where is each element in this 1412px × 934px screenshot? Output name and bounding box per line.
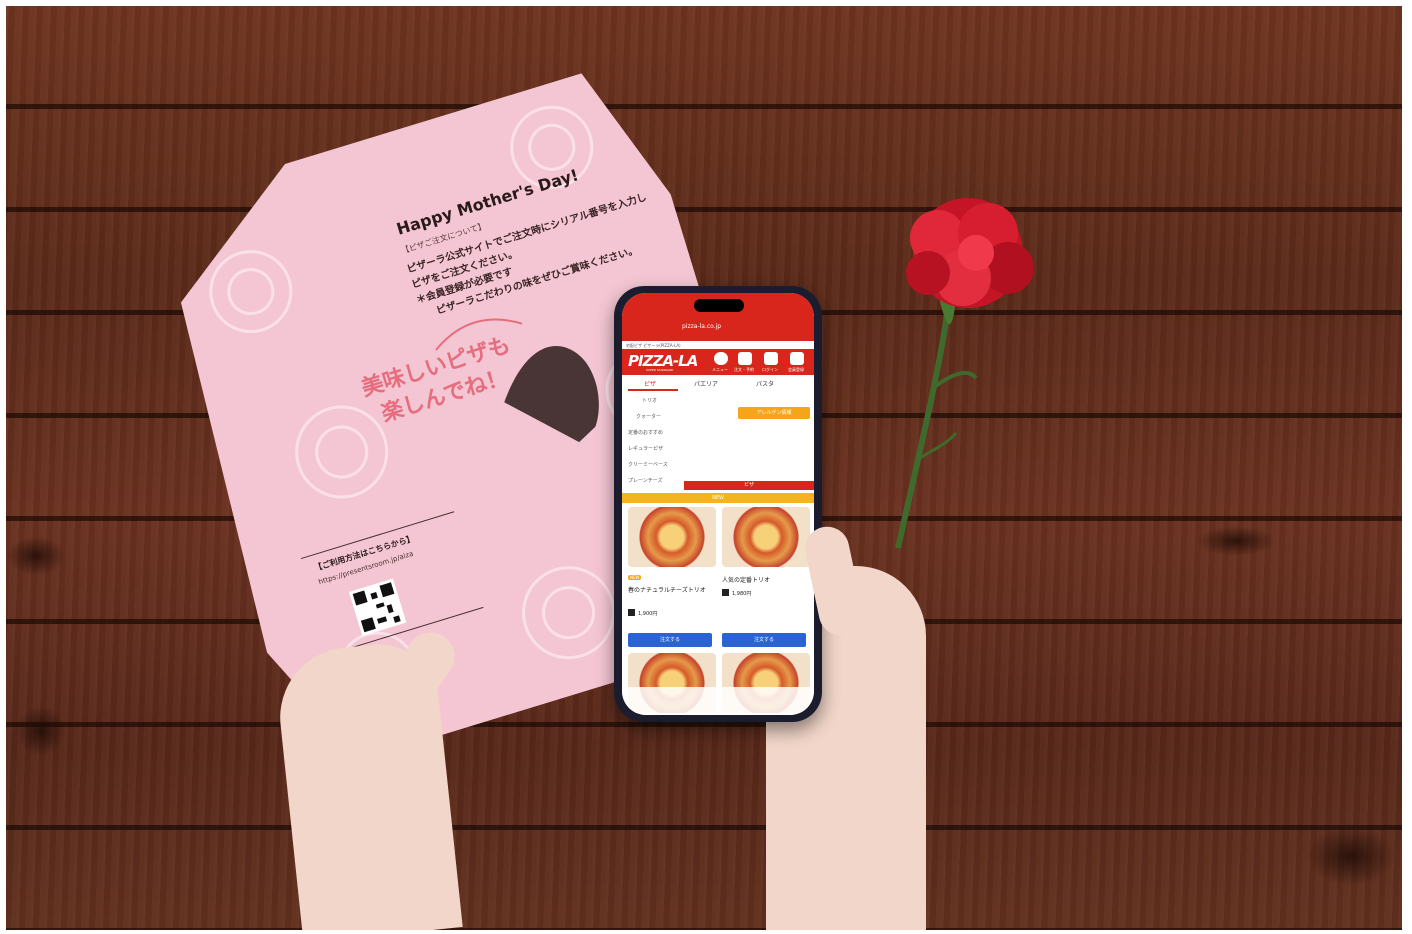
wood-knot [1306, 826, 1396, 886]
new-items-bar: NEW [622, 493, 814, 503]
category-tabs: ピザ パエリア パスタ [622, 377, 814, 391]
wood-knot [16, 706, 66, 756]
carnation-flower [895, 198, 1034, 549]
browser-toolbar [622, 687, 814, 715]
logo-tagline: SUPER STANDARD [646, 368, 674, 372]
address-text[interactable]: pizza-la.co.jp [682, 323, 721, 330]
tab-pizza[interactable]: ピザ [644, 379, 656, 388]
new-badge: NEW [628, 575, 642, 580]
tab-paella[interactable]: パエリア [694, 379, 718, 388]
submenu-item[interactable]: トリオ [642, 397, 657, 404]
p-icon [628, 609, 635, 616]
submenu-item[interactable]: クォーター [636, 413, 661, 420]
phone-screen: pizza-la.co.jp 宅配ピザ ピザーラ(PIZZA-LA) PIZZA… [622, 293, 814, 715]
submenu-item[interactable]: 定番のおすすめ [628, 429, 663, 436]
wood-knot [1196, 526, 1276, 556]
order-icon[interactable] [738, 352, 752, 365]
dynamic-island [694, 299, 744, 312]
nav-label: 注文・予約 [734, 367, 754, 372]
wood-knot [6, 536, 66, 576]
order-button[interactable]: 注文する [722, 633, 806, 647]
active-tab-underline [628, 389, 678, 391]
submenu-item[interactable]: プレーンチーズ [628, 477, 663, 484]
order-button[interactable]: 注文する [628, 633, 712, 647]
category-bar: ピザ [684, 481, 814, 490]
nav-label: ログイン [762, 367, 778, 372]
product-image[interactable] [722, 507, 810, 567]
p-icon [722, 589, 729, 596]
tab-pasta[interactable]: パスタ [756, 379, 774, 388]
allergen-button[interactable]: アレルゲン情報 [738, 407, 810, 419]
product-price: 1,900円 [638, 611, 658, 617]
product-name[interactable]: 人気の定番トリオ [722, 575, 770, 584]
submenu-item[interactable]: クリーミーベース [628, 461, 668, 468]
nav-label: 会員登録 [788, 367, 804, 372]
product-name[interactable]: 春のナチュラルチーズトリオ [628, 585, 714, 594]
product-price: 1,980円 [732, 591, 752, 597]
nav-label: メニュー [712, 367, 728, 372]
login-icon[interactable] [764, 352, 778, 365]
smartphone: pizza-la.co.jp 宅配ピザ ピザーラ(PIZZA-LA) PIZZA… [614, 286, 822, 722]
product-image[interactable] [628, 507, 716, 567]
submenu-item[interactable]: レギュラーピザ [628, 445, 663, 452]
menu-icon[interactable] [714, 352, 728, 365]
site-header: PIZZA-LA SUPER STANDARD メニュー 注文・予約 ログイン … [622, 349, 814, 375]
register-icon[interactable] [790, 352, 804, 365]
photo-scene: Happy Mother's Day! 【ピザご注文について】 ピザーラ公式サイ… [6, 6, 1402, 930]
